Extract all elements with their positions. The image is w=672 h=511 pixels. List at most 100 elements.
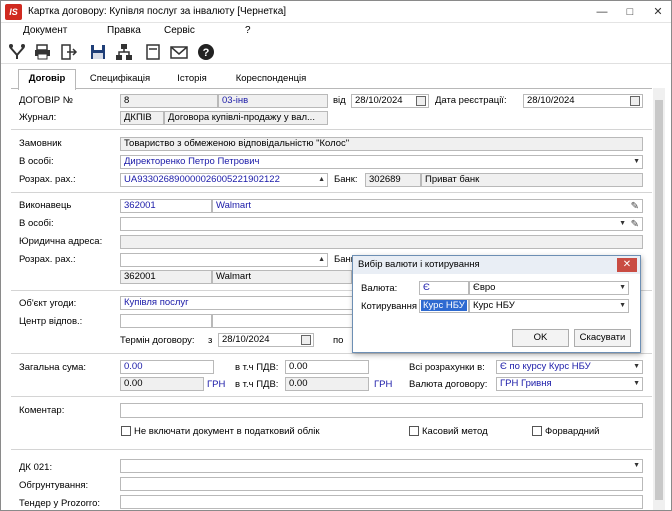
- settlements-field[interactable]: Є по курсу Курс НБУ ▼: [496, 360, 643, 374]
- chevron-down-icon[interactable]: ▼: [633, 460, 640, 472]
- contract-number-field[interactable]: 8: [120, 94, 218, 108]
- subject-field[interactable]: Купівля послуг: [120, 296, 360, 310]
- executor-name-field[interactable]: Walmart ✎: [212, 199, 643, 213]
- tab-bar: Договір Специфікація Історія Кореспонден…: [1, 65, 671, 90]
- dk021-field[interactable]: ▼: [120, 459, 643, 473]
- responsibility-center-name-field[interactable]: [212, 314, 360, 328]
- no-tax-checkbox[interactable]: [121, 426, 131, 436]
- forward-checkbox[interactable]: [532, 426, 542, 436]
- cash-method-checkbox[interactable]: [409, 426, 419, 436]
- customer-name-field[interactable]: Товариство з обмеженою відповідальністю …: [120, 137, 643, 151]
- settlements-label: Всі розрахунки в:: [409, 362, 485, 373]
- help-icon[interactable]: ?: [197, 43, 215, 61]
- registration-date-field[interactable]: 28/10/2024: [523, 94, 643, 108]
- tab-contract[interactable]: Договір: [18, 69, 76, 90]
- vat-field[interactable]: 0.00: [285, 360, 369, 374]
- customer-person-field[interactable]: Директоренко Петро Петрович ▼: [120, 155, 643, 169]
- dialog-currency-code-field[interactable]: Є: [419, 281, 469, 295]
- calendar-icon[interactable]: [630, 96, 640, 106]
- dialog-ok-button[interactable]: OK: [512, 329, 569, 347]
- registration-date-label: Дата реєстрації:: [435, 95, 507, 106]
- executor-account-field[interactable]: ▲: [120, 253, 328, 267]
- chevron-down-icon[interactable]: ▼: [619, 282, 626, 294]
- contract-date-text-field[interactable]: 03-інв: [218, 94, 328, 108]
- dialog-quote-name-field[interactable]: Курс НБУ ▼: [469, 299, 629, 313]
- pencil-icon[interactable]: ✎: [631, 201, 639, 212]
- print-icon[interactable]: [34, 43, 52, 61]
- term-to-label: по: [333, 335, 344, 346]
- tab-history[interactable]: Історія: [165, 70, 219, 89]
- journal-name-field[interactable]: Договора купівлі-продажу у вал...: [164, 111, 328, 125]
- dialog-close-icon[interactable]: ✕: [617, 258, 637, 272]
- maximize-icon[interactable]: □: [616, 1, 644, 23]
- customer-bank-name-field[interactable]: Приват банк: [421, 173, 643, 187]
- executor-bank-name-field[interactable]: Walmart: [212, 270, 352, 284]
- tender-label: Тендер у Prozorro:: [19, 498, 101, 509]
- chevron-up-icon[interactable]: ▲: [318, 174, 325, 186]
- contract-date-field[interactable]: 28/10/2024: [351, 94, 429, 108]
- form-icon[interactable]: [144, 43, 162, 61]
- divider: [11, 129, 652, 130]
- total-sum-uah-field[interactable]: 0.00: [120, 377, 204, 391]
- vat-uah-label: в т.ч ПДВ:: [235, 379, 279, 390]
- subject-label: Об'єкт угоди:: [19, 298, 77, 309]
- tab-correspondence[interactable]: Кореспонденція: [225, 70, 317, 89]
- customer-bank-label: Банк:: [334, 174, 358, 185]
- chevron-down-icon[interactable]: ▼: [619, 300, 626, 312]
- save-icon[interactable]: [89, 43, 107, 61]
- menu-edit[interactable]: Правка: [107, 25, 141, 36]
- customer-account-field[interactable]: UA933026890000026005221902122 ▲: [120, 173, 328, 187]
- menu-service[interactable]: Сервіс: [164, 25, 195, 36]
- contract-currency-field[interactable]: ГРН Гривня ▼: [496, 377, 643, 391]
- chevron-down-icon[interactable]: ▼: [619, 218, 626, 230]
- mail-icon[interactable]: [170, 43, 188, 61]
- tree-icon[interactable]: [115, 43, 133, 61]
- exit-icon[interactable]: [60, 43, 78, 61]
- customer-person-value: Директоренко Петро Петрович: [124, 156, 260, 167]
- contract-date-from-label: від: [333, 95, 346, 106]
- tender-field[interactable]: [120, 495, 643, 509]
- executor-code-field[interactable]: 362001: [120, 199, 212, 213]
- chevron-down-icon[interactable]: ▼: [633, 156, 640, 168]
- executor-person-field[interactable]: ▼ ✎: [120, 217, 643, 231]
- chevron-up-icon[interactable]: ▲: [318, 254, 325, 266]
- chevron-down-icon[interactable]: ▼: [633, 378, 640, 390]
- dialog-cancel-button[interactable]: Скасувати: [574, 329, 631, 347]
- customer-account-value: UA933026890000026005221902122: [124, 174, 280, 185]
- executor-person-label: В особі:: [19, 218, 54, 229]
- tab-specification[interactable]: Специфікація: [81, 70, 159, 89]
- filter-icon[interactable]: [8, 43, 26, 61]
- customer-bank-code-field[interactable]: 302689: [365, 173, 421, 187]
- justification-field[interactable]: [120, 477, 643, 491]
- journal-code-field[interactable]: ДКПІВ: [120, 111, 164, 125]
- dialog-quote-code-value: Курс НБУ: [421, 300, 467, 311]
- calendar-icon[interactable]: [301, 335, 311, 345]
- vertical-scrollbar[interactable]: [653, 88, 665, 510]
- comment-field[interactable]: [120, 403, 643, 418]
- settlements-value: Є по курсу Курс НБУ: [500, 361, 591, 372]
- responsibility-center-code-field[interactable]: [120, 314, 212, 328]
- calendar-icon[interactable]: [416, 96, 426, 106]
- menu-document[interactable]: Документ: [23, 25, 67, 36]
- customer-person-label: В особі:: [19, 156, 54, 167]
- dialog-currency-name-value: Євро: [473, 282, 496, 293]
- total-sum-field[interactable]: 0.00: [120, 360, 214, 374]
- close-icon[interactable]: ✕: [644, 1, 671, 23]
- dialog-quote-code-field[interactable]: Курс НБУ: [419, 299, 469, 313]
- chevron-down-icon[interactable]: ▼: [633, 361, 640, 373]
- executor-bank-code-field[interactable]: 362001: [120, 270, 212, 284]
- vat-uah-field[interactable]: 0.00: [285, 377, 369, 391]
- term-from-field[interactable]: 28/10/2024: [218, 333, 314, 347]
- dk021-label: ДК 021:: [19, 462, 53, 473]
- menu-bar: Документ Правка Сервіс ?: [1, 23, 671, 40]
- minimize-icon[interactable]: —: [588, 1, 616, 23]
- scrollbar-thumb[interactable]: [655, 100, 663, 500]
- dialog-currency-name-field[interactable]: Євро ▼: [469, 281, 629, 295]
- vat-label: в т.ч ПДВ:: [235, 362, 279, 373]
- term-from-label: з: [208, 335, 213, 346]
- executor-address-field[interactable]: [120, 235, 643, 249]
- justification-label: Обгрунтування:: [19, 480, 89, 491]
- menu-help[interactable]: ?: [245, 25, 251, 36]
- pencil-icon[interactable]: ✎: [631, 219, 639, 230]
- term-label: Термін договору:: [120, 335, 195, 346]
